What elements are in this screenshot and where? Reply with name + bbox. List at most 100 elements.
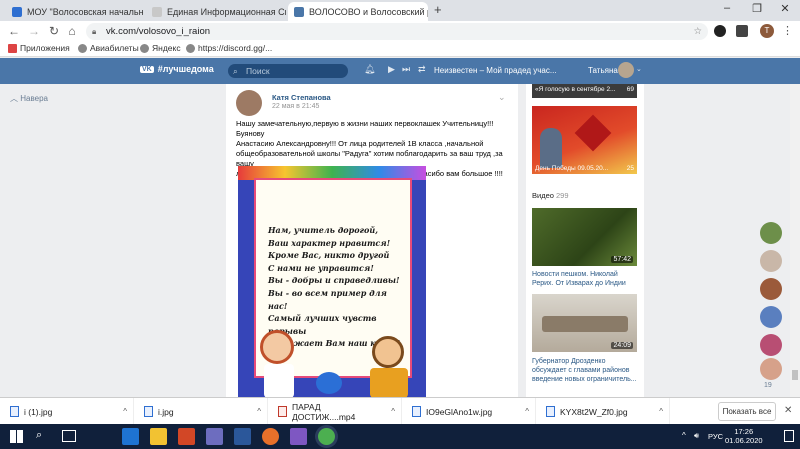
restore-icon[interactable]: ❐ (746, 2, 768, 15)
edge-icon[interactable] (122, 428, 139, 445)
scrollbar-thumb[interactable] (792, 370, 798, 380)
chevron-down-icon[interactable]: ⌄ (636, 65, 642, 73)
bookmark-yandex[interactable]: Яндекс (140, 43, 181, 53)
download-item[interactable]: IO9eGlAno1w.jpg ^ (402, 398, 536, 425)
friend-avatar[interactable] (760, 334, 782, 356)
browser-tab[interactable]: МОУ "Волосовская начальная о ✕ (6, 2, 144, 21)
browser-tab[interactable]: Единая Информационная Систе ✕ (146, 2, 286, 21)
powerpoint-icon[interactable] (178, 428, 195, 445)
bookmark-apps[interactable]: Приложения (8, 43, 70, 53)
menu-kebab-icon[interactable]: ⋮ (782, 24, 793, 37)
post-photo[interactable]: Нам, учитель дорогой, Ваш характер нрави… (238, 166, 426, 398)
word-icon[interactable] (234, 428, 251, 445)
play-icon[interactable]: ▶ (388, 64, 395, 75)
globe-illustration (316, 372, 342, 394)
video-thumbnail[interactable]: 24:09 (532, 294, 637, 352)
discord-icon[interactable] (206, 428, 223, 445)
friends-online-count[interactable]: 19 (764, 382, 772, 389)
windows-start-icon[interactable] (10, 430, 23, 443)
chevron-up-icon[interactable]: ^ (123, 407, 133, 416)
reload-icon[interactable]: ↻ (46, 24, 62, 38)
file-explorer-icon[interactable] (150, 428, 167, 445)
globe-icon (78, 43, 87, 53)
browser-toolbar: ← → ↻ ⌂ 🔒︎ vk.com/volosovo_i_raion ☆ T ⋮ (0, 21, 800, 42)
repeat-icon[interactable]: ⇄ (418, 64, 426, 75)
new-tab-button[interactable]: + (434, 2, 442, 17)
boy-illustration (372, 336, 404, 368)
app-icon[interactable] (290, 428, 307, 445)
browser-tab-active[interactable]: ВОЛОСОВО и Волосовский рай ✕ (288, 2, 428, 21)
album-cover-victory-day[interactable]: День Победы 09.05.20... 25 (532, 106, 637, 174)
input-language[interactable]: РУС (708, 432, 723, 441)
friend-avatar[interactable] (760, 278, 782, 300)
scrollbar[interactable] (790, 84, 800, 397)
bell-icon[interactable]: 🔔︎ (364, 64, 375, 75)
extension-badge-icon[interactable] (736, 25, 748, 37)
image-file-icon (144, 406, 153, 417)
extension-icon[interactable] (714, 25, 726, 37)
chevron-up-icon[interactable]: ^ (659, 407, 669, 416)
apps-grid-icon (8, 43, 17, 53)
download-item[interactable]: i (1).jpg ^ (0, 398, 134, 425)
home-icon[interactable]: ⌂ (64, 24, 80, 38)
videos-header[interactable]: Видео 299 (532, 191, 569, 200)
tab-title: ВОЛОСОВО и Волосовский рай (309, 6, 428, 17)
chevron-up-icon[interactable]: ^ (391, 407, 401, 416)
friend-avatar[interactable] (760, 222, 782, 244)
globe-icon (140, 43, 149, 53)
friend-avatar[interactable] (760, 358, 782, 380)
notifications-icon[interactable] (784, 430, 794, 442)
download-item[interactable]: KYX8t2W_Zf0.jpg ^ (536, 398, 670, 425)
post-menu-chevron-icon[interactable]: ⌄ (498, 92, 506, 103)
bookmark-aviabilety[interactable]: Авиабилеты (78, 43, 139, 53)
download-item[interactable]: i.jpg ^ (134, 398, 268, 425)
vk-favicon-icon (294, 6, 304, 17)
star-icon[interactable]: ☆ (693, 23, 702, 40)
search-icon[interactable]: ⌕ (36, 429, 42, 442)
album-cover-top[interactable]: «Я голосую в сентябре 2... 69 (532, 84, 637, 98)
minimize-icon[interactable]: – (716, 2, 738, 14)
download-item[interactable]: ПАРАД ДОСТИЖ....mp4 ^ (268, 398, 402, 425)
show-all-downloads-button[interactable]: Показать все (718, 402, 776, 421)
right-column: «Я голосую в сентябре 2... 69 День Побед… (526, 84, 644, 398)
speaker-icon[interactable]: 🔊︎ (694, 431, 699, 441)
girl-dress (264, 364, 294, 398)
close-downloads-icon[interactable]: ✕ (784, 405, 792, 416)
document-icon (152, 6, 162, 17)
chrome-icon[interactable] (318, 428, 335, 445)
post-date[interactable]: 22 мая в 21:45 (272, 103, 319, 110)
chevron-up-icon: ︿ (10, 94, 18, 103)
chevron-up-icon[interactable]: ^ (257, 407, 267, 416)
url-text: vk.com/volosovo_i_raion (106, 26, 211, 37)
vk-logo[interactable]: VK #лучшедома (140, 64, 214, 74)
task-view-icon[interactable] (62, 430, 76, 442)
video-thumbnail[interactable]: 57:42 (532, 208, 637, 266)
person-photo (540, 128, 562, 168)
friend-avatar[interactable] (760, 306, 782, 328)
site-favicon-icon (12, 6, 22, 17)
user-name[interactable]: Татьяна (588, 66, 618, 75)
firefox-icon[interactable] (262, 428, 279, 445)
chevron-up-icon[interactable]: ^ (525, 407, 535, 416)
globe-icon (186, 43, 195, 53)
back-to-top-link[interactable]: ︿ Навера (10, 93, 48, 104)
post-author[interactable]: Катя Степанова (272, 93, 331, 102)
video-title[interactable]: Новости пешком. Николай Рерих. От Извара… (532, 270, 638, 288)
star-order-icon (574, 114, 612, 152)
back-arrow-icon[interactable]: ← (6, 24, 22, 38)
profile-avatar[interactable]: T (760, 24, 774, 38)
now-playing-track[interactable]: Неизвестен – Мой прадед учас... (434, 66, 557, 75)
forward-arrow-icon[interactable]: → (26, 24, 42, 38)
bookmark-discord[interactable]: https://discord.gg/... (186, 43, 272, 53)
author-avatar[interactable] (236, 90, 262, 116)
video-title[interactable]: Губернатор Дрозденко обсуждает с главами… (532, 357, 638, 384)
tray-chevron-icon[interactable]: ^ (682, 431, 686, 440)
next-track-icon[interactable]: ⏭ (402, 64, 410, 75)
friend-avatar[interactable] (760, 250, 782, 272)
vk-search-input[interactable]: ⌕ Поиск (228, 64, 348, 78)
user-avatar[interactable] (618, 62, 634, 78)
address-bar[interactable]: 🔒︎ vk.com/volosovo_i_raion ☆ (86, 23, 708, 40)
clock[interactable]: 17:26 01.06.2020 (725, 427, 763, 445)
downloads-bar: i (1).jpg ^ i.jpg ^ ПАРАД ДОСТИЖ....mp4 ^ I… (0, 397, 800, 425)
close-window-icon[interactable]: ✕ (774, 2, 796, 15)
